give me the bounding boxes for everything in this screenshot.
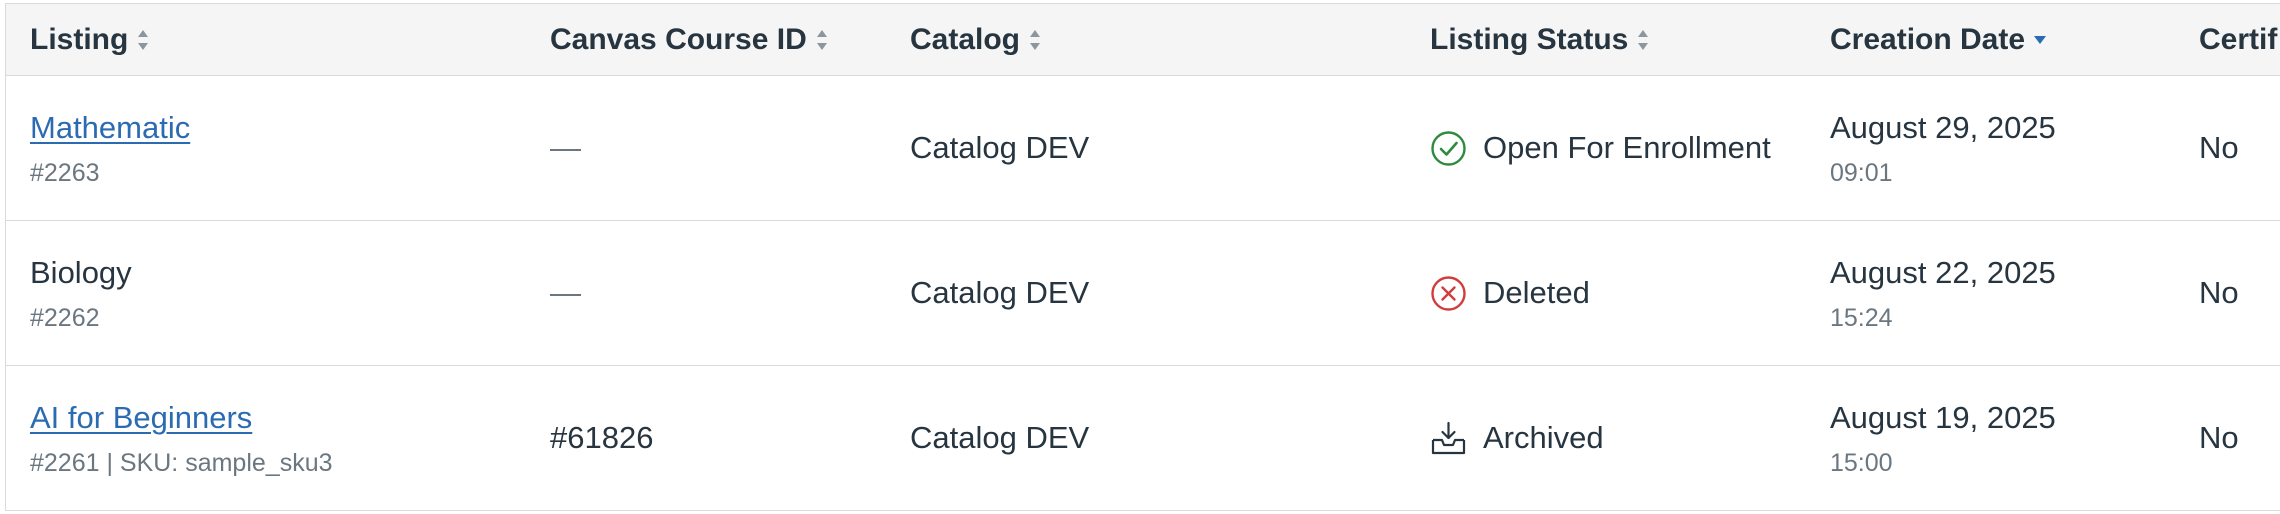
creation-date-cell: August 19, 2025 15:00 xyxy=(1830,366,2056,510)
course-id-cell: #61826 xyxy=(550,366,653,510)
certificate-cell: No xyxy=(2199,76,2239,220)
table-row: Mathematic #2263 — Catalog DEV Open For … xyxy=(6,76,2280,221)
status-badge: Deleted xyxy=(1430,275,1590,312)
listing-title: Biology xyxy=(30,254,132,290)
x-circle-icon xyxy=(1430,275,1467,312)
listing-title-link[interactable]: Mathematic xyxy=(30,108,190,148)
column-header-catalog[interactable]: Catalog xyxy=(910,4,1042,76)
course-id: — xyxy=(550,130,581,165)
status-cell: Archived xyxy=(1430,366,1604,510)
column-header-listing[interactable]: Listing xyxy=(30,4,150,76)
creation-date-cell: August 22, 2025 15:24 xyxy=(1830,221,2056,365)
listing-cell: AI for Beginners #2261 | SKU: sample_sku… xyxy=(30,366,333,510)
certificate-value: No xyxy=(2199,275,2239,310)
course-id: — xyxy=(550,275,581,310)
creation-date: August 29, 2025 xyxy=(1830,109,2056,145)
archive-icon xyxy=(1430,420,1467,457)
table-header: Listing Canvas Course ID Catalog Listing… xyxy=(6,4,2280,76)
sort-icon xyxy=(815,28,829,52)
column-header-creation-date[interactable]: Creation Date xyxy=(1830,4,2047,76)
sort-descending-icon xyxy=(2033,33,2047,47)
listings-table: Listing Canvas Course ID Catalog Listing… xyxy=(5,3,2280,511)
catalog-cell: Catalog DEV xyxy=(910,366,1089,510)
listing-id: #2262 xyxy=(30,303,100,332)
status-cell: Deleted xyxy=(1430,221,1590,365)
certificate-value: No xyxy=(2199,420,2239,455)
status-badge: Archived xyxy=(1430,420,1604,457)
course-id-cell: — xyxy=(550,221,581,365)
status-label: Open For Enrollment xyxy=(1483,130,1771,165)
creation-time: 09:01 xyxy=(1830,158,1893,187)
table-row: AI for Beginners #2261 | SKU: sample_sku… xyxy=(6,366,2280,511)
certificate-cell: No xyxy=(2199,366,2239,510)
catalog-cell: Catalog DEV xyxy=(910,76,1089,220)
column-header-certificate[interactable]: Certif xyxy=(2199,4,2277,76)
course-id-cell: — xyxy=(550,76,581,220)
status-cell: Open For Enrollment xyxy=(1430,76,1771,220)
sort-icon xyxy=(1028,28,1042,52)
certificate-cell: No xyxy=(2199,221,2239,365)
catalog-name: Catalog DEV xyxy=(910,130,1090,165)
certificate-value: No xyxy=(2199,130,2239,165)
check-circle-icon xyxy=(1430,130,1467,167)
course-id: #61826 xyxy=(550,420,654,455)
status-badge: Open For Enrollment xyxy=(1430,130,1771,167)
catalog-cell: Catalog DEV xyxy=(910,221,1089,365)
sort-icon xyxy=(136,28,150,52)
creation-date-cell: August 29, 2025 09:01 xyxy=(1830,76,2056,220)
status-label: Deleted xyxy=(1483,275,1590,310)
listing-cell: Mathematic #2263 xyxy=(30,76,190,220)
listing-id: #2261 | SKU: sample_sku3 xyxy=(30,448,333,477)
listing-title-link[interactable]: AI for Beginners xyxy=(30,398,333,438)
sort-icon xyxy=(1636,28,1650,52)
creation-time: 15:00 xyxy=(1830,448,1893,477)
column-header-canvas-course-id[interactable]: Canvas Course ID xyxy=(550,4,829,76)
catalog-name: Catalog DEV xyxy=(910,275,1090,310)
status-label: Archived xyxy=(1483,420,1604,455)
creation-date: August 19, 2025 xyxy=(1830,399,2056,435)
table-row: Biology #2262 — Catalog DEV Deleted Augu… xyxy=(6,221,2280,366)
listing-cell: Biology #2262 xyxy=(30,221,132,365)
listing-id: #2263 xyxy=(30,158,100,187)
creation-time: 15:24 xyxy=(1830,303,1893,332)
column-header-listing-status[interactable]: Listing Status xyxy=(1430,4,1650,76)
creation-date: August 22, 2025 xyxy=(1830,254,2056,290)
catalog-name: Catalog DEV xyxy=(910,420,1090,455)
